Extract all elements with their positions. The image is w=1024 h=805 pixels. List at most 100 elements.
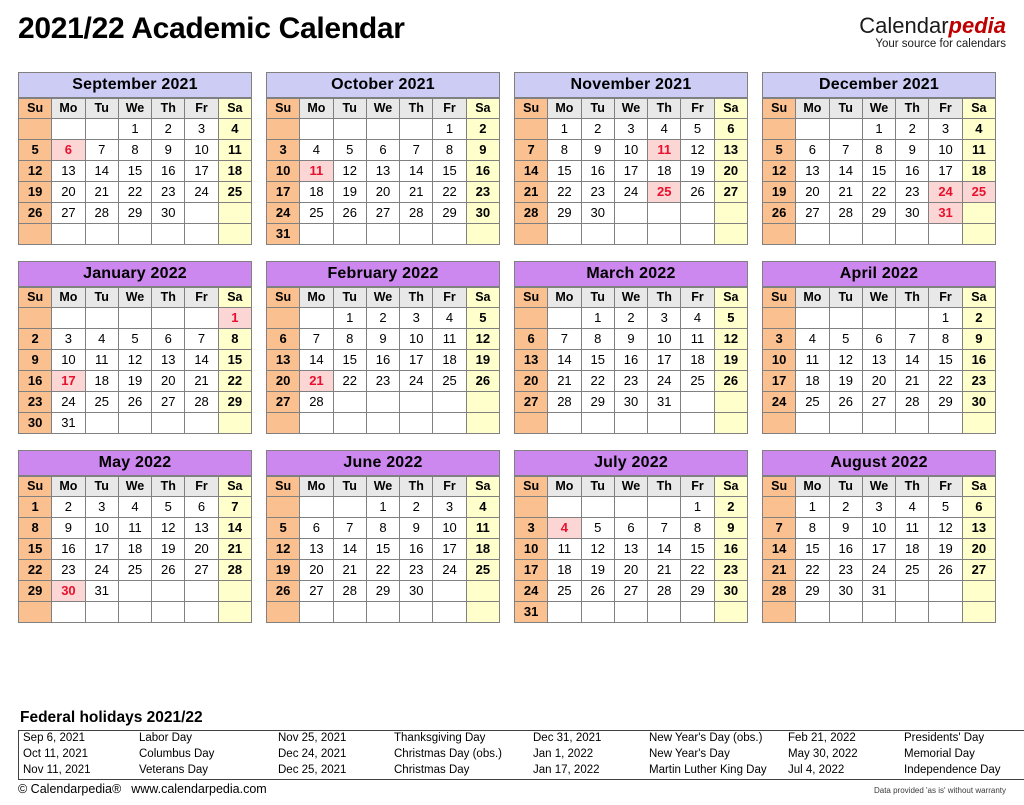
month-block: May 2022 Su Mo Tu We Th Fr Sa 1 2 3 4 5 6 7 8 9 10 11 12 13 1…: [17, 450, 253, 623]
day-cell: 20: [299, 559, 334, 581]
day-cell: 26: [761, 202, 797, 224]
weekday-header-tu: Tu: [84, 287, 119, 308]
day-cell: 18: [895, 538, 930, 560]
day-cell: 3: [265, 139, 301, 161]
weekday-header-fr: Fr: [680, 98, 715, 119]
weekday-header-sa: Sa: [465, 287, 501, 308]
day-cell-empty: [513, 118, 549, 140]
day-cell: 30: [613, 391, 649, 413]
day-cell-empty: [680, 412, 715, 434]
day-cell: 2: [713, 496, 749, 518]
week-row: 1234: [265, 496, 501, 518]
day-cell: 13: [51, 160, 86, 182]
day-cell-empty: [580, 496, 615, 518]
month-title: March 2022: [514, 261, 748, 287]
day-cell: 7: [828, 139, 863, 161]
day-cell: 13: [513, 349, 549, 371]
day-cell: 30: [895, 202, 930, 224]
federal-holidays-table: Sep 6, 2021 Labor Day Nov 25, 2021 Thanksgi…: [18, 730, 1024, 780]
week-row: 20 21 22 23 24 25 26: [265, 370, 501, 392]
day-cell: 1: [580, 307, 615, 329]
day-cell: 16: [613, 349, 649, 371]
day-cell: 3: [613, 118, 649, 140]
day-cell: 5: [761, 139, 797, 161]
weekday-header-tu: Tu: [84, 98, 119, 119]
day-cell: 23: [399, 559, 434, 581]
day-cell-empty: [961, 580, 997, 602]
day-cell: 19: [17, 181, 53, 203]
day-cell: 16: [17, 370, 53, 392]
day-cell-empty: [17, 307, 53, 329]
month-table: Su Mo Tu We Th Fr Sa 1 2 3 4 5 6 7 8 9 10 11 12 13 14 15 16 17 1…: [265, 287, 501, 434]
day-cell-empty: [547, 307, 582, 329]
day-cell-empty: [432, 601, 467, 623]
month-block: August 2022 Su Mo Tu We Th Fr Sa 1 2 3 4 5 6 7 8 9 10 11 12…: [761, 450, 997, 623]
day-cell-empty: [84, 412, 119, 434]
day-cell: 6: [365, 139, 401, 161]
day-cell: 27: [151, 391, 186, 413]
day-cell: 28: [399, 202, 434, 224]
day-cell: 14: [399, 160, 434, 182]
weekday-header-fr: Fr: [432, 287, 467, 308]
day-cell: 19: [117, 370, 153, 392]
day-cell-empty: [365, 118, 401, 140]
day-cell: 25: [465, 559, 501, 581]
day-cell-empty: [928, 223, 963, 245]
day-cell: 15: [861, 160, 897, 182]
day-cell-empty: [647, 202, 682, 224]
day-cell: 26: [117, 391, 153, 413]
month-block: July 2022 Su Mo Tu We Th Fr Sa 1 2 3 4 5 6 7 8 9 10 11 12 13…: [513, 450, 749, 623]
day-cell: 20: [184, 538, 219, 560]
day-cell: 13: [265, 349, 301, 371]
day-cell: 17: [861, 538, 897, 560]
day-cell: 9: [151, 139, 186, 161]
day-cell: 25: [547, 580, 582, 602]
day-cell-empty: [895, 601, 930, 623]
day-cell: 19: [151, 538, 186, 560]
holiday-date: Oct 11, 2021: [23, 748, 88, 761]
day-cell: 17: [265, 181, 301, 203]
day-cell-empty: [117, 307, 153, 329]
day-cell: 17: [647, 349, 682, 371]
day-cell: 28: [84, 202, 119, 224]
day-cell: 22: [332, 370, 367, 392]
day-cell: 20: [51, 181, 86, 203]
day-cell-empty: [761, 601, 797, 623]
day-cell: 2: [465, 118, 501, 140]
day-cell: 31: [84, 580, 119, 602]
weekday-header-tu: Tu: [828, 287, 863, 308]
website-link[interactable]: www.calendarpedia.com: [131, 782, 267, 796]
month-block: November 2021 Su Mo Tu We Th Fr Sa 1 2 3 4 5 6 7 8 9 10 11…: [513, 72, 749, 245]
day-cell: 21: [761, 559, 797, 581]
week-row: 12: [513, 496, 749, 518]
month-table: Su Mo Tu We Th Fr Sa 1 2 3 4 5 6 7 8 9 10 11 12 13 14 15 16 17 1…: [17, 98, 253, 245]
weekday-header-sa: Sa: [465, 476, 501, 497]
day-cell: 24: [84, 559, 119, 581]
day-cell: 11: [795, 349, 830, 371]
day-cell-empty: [84, 118, 119, 140]
brand-accent-text: pedia: [948, 13, 1006, 38]
weekday-header-fr: Fr: [680, 287, 715, 308]
weekday-header-th: Th: [151, 98, 186, 119]
week-row: 3456789: [761, 328, 997, 350]
week-row: 24 25 26 27 28 29 30: [761, 391, 997, 413]
weekday-header-sa: Sa: [713, 476, 749, 497]
day-cell: 26: [680, 181, 715, 203]
day-cell: 15: [332, 349, 367, 371]
day-cell: 20: [513, 370, 549, 392]
weekday-header-tu: Tu: [84, 476, 119, 497]
day-cell: 23: [895, 181, 930, 203]
day-cell-empty: [761, 496, 797, 518]
weekday-header-row: Su Mo Tu We Th Fr Sa: [265, 287, 501, 308]
holiday-name: Presidents' Day: [904, 732, 985, 745]
holiday-name: Christmas Day: [394, 764, 470, 777]
week-row: 12: [265, 118, 501, 140]
holiday-date: Nov 25, 2021: [278, 732, 347, 745]
day-cell: 2: [828, 496, 863, 518]
day-cell: 10: [761, 349, 797, 371]
day-cell: 1: [117, 118, 153, 140]
day-cell: 6: [961, 496, 997, 518]
day-cell-empty: [895, 307, 930, 329]
day-cell-holiday: 11: [647, 139, 682, 161]
day-cell: 29: [432, 202, 467, 224]
